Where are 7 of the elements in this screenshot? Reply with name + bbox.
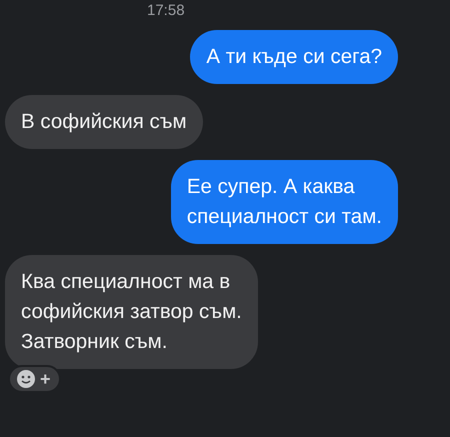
add-reaction-button[interactable]: + [8,365,61,393]
message-bubble: Ква специалност ма в софийския затвор съм. Затворник съм. [5,255,258,369]
message-bubble: В софийския съм [5,95,203,149]
timestamp: 17:58 [147,2,185,19]
smiley-icon [16,369,36,389]
message-bubble: Ее супер. А каква специалност си там. [170,160,398,244]
message-bubble: А ти къде си сега? [190,30,398,84]
